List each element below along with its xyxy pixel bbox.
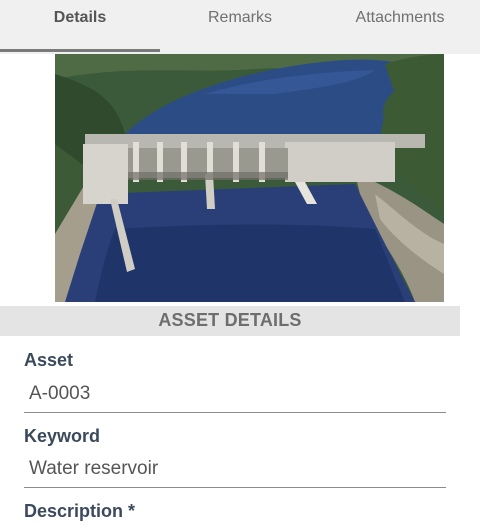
tab-remarks[interactable]: Remarks — [160, 0, 320, 54]
description-label: Description * — [24, 501, 136, 521]
tab-attachments-label: Attachments — [355, 9, 445, 26]
keyword-field[interactable]: Water reservoir — [24, 452, 446, 488]
asset-label: Asset — [24, 350, 74, 370]
dam-reservoir-photo — [55, 54, 444, 302]
tab-details-label: Details — [53, 9, 107, 26]
asset-details-header: ASSET DETAILS — [0, 306, 460, 336]
asset-photo — [55, 54, 444, 302]
keyword-label: Keyword — [24, 426, 101, 446]
asset-field[interactable]: A-0003 — [24, 377, 446, 413]
tab-attachments[interactable]: Attachments — [320, 0, 480, 54]
tab-bar: Details Remarks Attachments — [0, 0, 480, 54]
section-title: ASSET DETAILS — [158, 310, 302, 330]
tab-details[interactable]: Details — [0, 0, 160, 54]
tab-remarks-label: Remarks — [207, 9, 272, 26]
